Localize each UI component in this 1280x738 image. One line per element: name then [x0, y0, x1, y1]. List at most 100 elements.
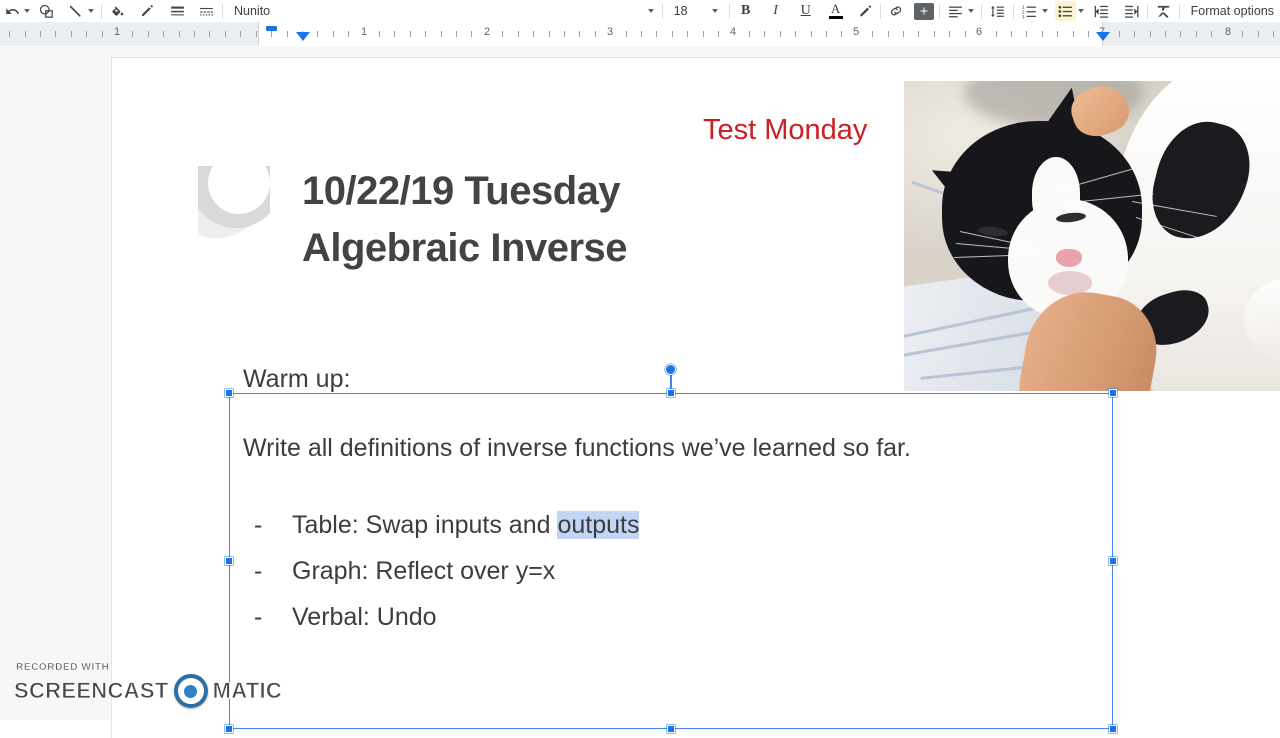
resize-handle-top-center[interactable]: [667, 389, 675, 397]
shape-icon[interactable]: [36, 1, 57, 21]
ruler-number: 1: [360, 26, 368, 38]
ruler-tick: [456, 31, 457, 37]
list-item-text: Verbal: Undo: [292, 603, 437, 631]
ruler-tick: [410, 31, 411, 37]
eyebrow-text[interactable]: Test Monday: [703, 114, 867, 147]
bulleted-list-caret-icon[interactable]: [1077, 9, 1084, 13]
ruler-number: 4: [729, 26, 737, 38]
increase-indent-icon[interactable]: [1121, 1, 1142, 21]
slide-canvas[interactable]: Test Monday 10/22/19 Tuesday Algebraic I…: [0, 47, 1280, 738]
border-color-icon[interactable]: [137, 1, 157, 21]
resize-handle-middle-left[interactable]: [225, 557, 233, 565]
undo-icon[interactable]: [2, 1, 22, 21]
font-size-value: 18: [673, 4, 688, 18]
format-options-button[interactable]: Format options: [1185, 4, 1280, 18]
ruler-tick: [780, 31, 781, 37]
divider: [222, 3, 223, 19]
right-indent-marker[interactable]: [1096, 32, 1110, 41]
clear-formatting-icon[interactable]: [1153, 1, 1174, 21]
resize-handle-middle-right[interactable]: [1109, 557, 1117, 565]
ruler-tick: [1150, 31, 1151, 37]
ruler-tick: [533, 31, 534, 37]
fill-color-icon[interactable]: [107, 1, 127, 21]
ruler-tick: [949, 31, 950, 37]
ruler-tick: [1119, 31, 1120, 37]
first-line-indent-marker[interactable]: [266, 26, 277, 31]
border-weight-icon[interactable]: [167, 1, 188, 21]
ruler[interactable]: 112345678: [0, 22, 1280, 46]
watermark-recorded-with: RECORDED WITH: [16, 662, 110, 673]
ruler-tick: [841, 31, 842, 37]
resize-handle-top-right[interactable]: [1109, 389, 1117, 397]
border-dash-icon[interactable]: [196, 1, 217, 21]
highlight-color-icon[interactable]: [855, 1, 875, 21]
ruler-tick: [1165, 31, 1166, 37]
ruler-tick: [595, 31, 596, 37]
ruler-tick: [55, 31, 56, 37]
body-line-1: Warm up:: [243, 365, 351, 393]
slide-title[interactable]: 10/22/19 Tuesday Algebraic Inverse: [302, 163, 628, 277]
numbered-list-caret-icon[interactable]: [1041, 9, 1048, 13]
ruler-margin-right: [1103, 22, 1280, 46]
align-caret-icon[interactable]: [967, 9, 974, 13]
ruler-tick: [811, 31, 812, 37]
ruler-tick: [965, 31, 966, 37]
ruler-tick: [179, 31, 180, 37]
ruler-tick: [394, 31, 395, 37]
list-marker: -: [254, 511, 263, 539]
list-marker: -: [254, 603, 263, 631]
rotation-handle[interactable]: [665, 364, 676, 375]
resize-handle-bottom-right[interactable]: [1109, 725, 1117, 733]
ruler-tick: [502, 31, 503, 37]
undo-caret-icon[interactable]: [24, 9, 30, 13]
left-indent-marker[interactable]: [296, 32, 310, 41]
font-size-caret-icon[interactable]: [711, 9, 718, 13]
line-caret-icon[interactable]: [88, 9, 94, 13]
underline-button[interactable]: U: [795, 1, 817, 21]
list-marker: -: [254, 557, 263, 585]
watermark-matic: MATIC: [212, 678, 283, 704]
italic-button[interactable]: I: [765, 1, 787, 21]
ruler-tick: [86, 31, 87, 37]
font-size-selector[interactable]: 18: [668, 4, 714, 18]
link-icon[interactable]: [886, 1, 906, 21]
add-comment-icon[interactable]: [913, 2, 934, 20]
ruler-tick: [71, 31, 72, 37]
ruler-tick: [102, 31, 103, 37]
svg-text:1: 1: [1021, 4, 1024, 10]
slide[interactable]: Test Monday 10/22/19 Tuesday Algebraic I…: [112, 58, 1280, 738]
text-color-button[interactable]: A: [825, 1, 847, 21]
list-item: - Graph: Reflect over y=x: [254, 550, 639, 596]
align-icon[interactable]: [945, 1, 966, 21]
font-family-selector[interactable]: Nunito: [228, 4, 314, 18]
bulleted-list-icon[interactable]: [1054, 1, 1076, 21]
title-line-1: 10/22/19 Tuesday: [302, 169, 621, 213]
ruler-tick: [1011, 31, 1012, 37]
ruler-tick: [240, 31, 241, 37]
ruler-number: 5: [852, 26, 860, 38]
ruler-tick: [718, 31, 719, 37]
ruler-tick: [918, 31, 919, 37]
ruler-tick: [996, 31, 997, 37]
cat-photo[interactable]: [904, 81, 1280, 391]
resize-handle-bottom-left[interactable]: [225, 725, 233, 733]
numbered-list-icon[interactable]: 1 2 3: [1019, 1, 1040, 21]
list-item-text: Table: Swap inputs and: [292, 511, 558, 539]
resize-handle-top-left[interactable]: [225, 389, 233, 397]
line-spacing-icon[interactable]: [987, 1, 1008, 21]
bold-button[interactable]: B: [735, 1, 757, 21]
line-icon[interactable]: [65, 1, 86, 21]
divider: [938, 3, 940, 19]
text-color-label: A: [830, 1, 841, 16]
ruler-tick: [40, 31, 41, 37]
decrease-indent-icon[interactable]: [1091, 1, 1112, 21]
font-family-caret-icon[interactable]: [647, 9, 654, 13]
text-color-swatch: [828, 16, 843, 19]
ruler-tick: [348, 31, 349, 37]
ruler-tick: [163, 31, 164, 37]
ruler-tick: [1026, 31, 1027, 37]
ruler-tick: [1211, 31, 1212, 37]
ruler-tick: [1057, 31, 1058, 37]
resize-handle-bottom-center[interactable]: [667, 725, 675, 733]
ruler-number: 6: [975, 26, 983, 38]
